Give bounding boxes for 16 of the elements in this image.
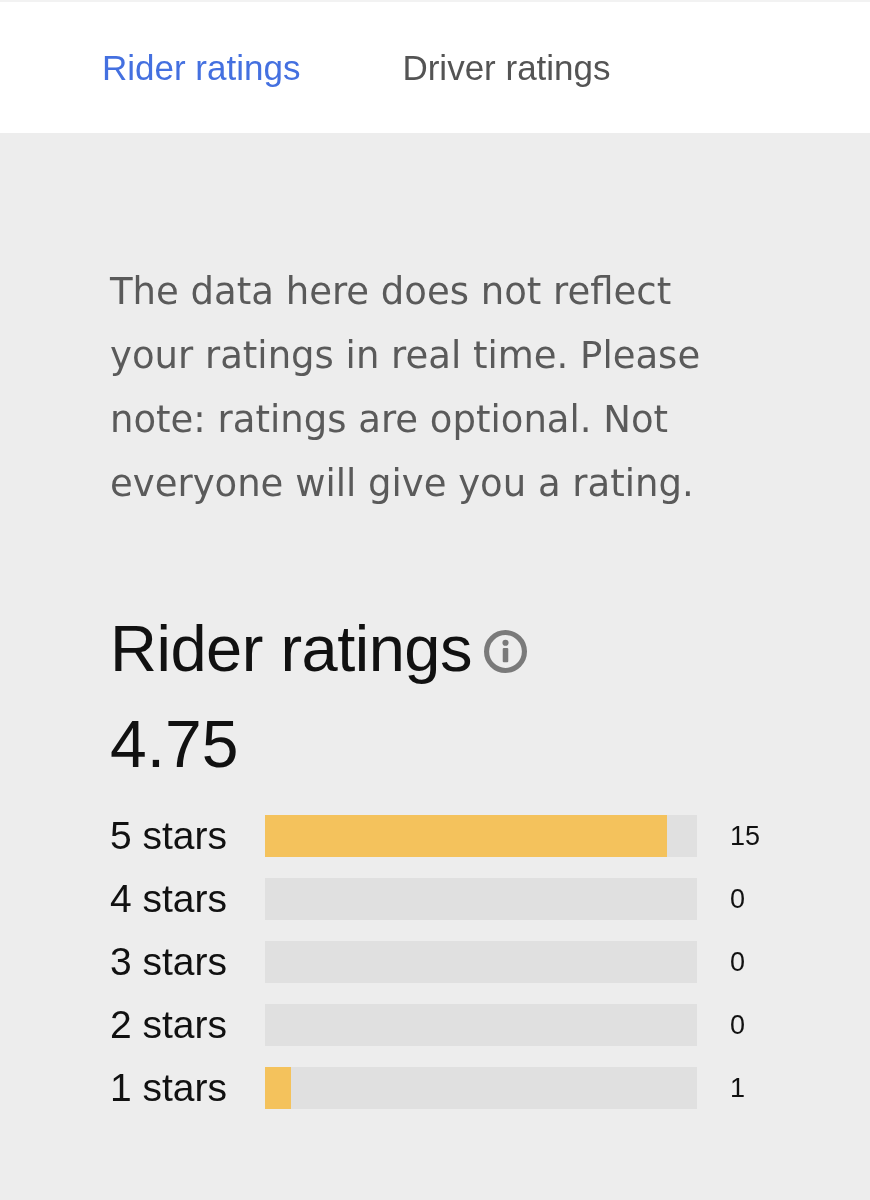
rating-count: 0 [730,946,746,978]
star-label: 1 stars [110,1066,229,1110]
notice-text: The data here does not reflect your ratings in real time. Please note: ratings are optional. Not everyone will give you a rating. [110,269,702,507]
star-label: 5 stars [110,814,229,858]
info-icon[interactable] [484,629,527,673]
average-rating: 4.75 [110,709,239,779]
rating-count: 0 [730,1009,746,1041]
star-label: 3 stars [110,940,229,984]
rating-count: 15 [730,820,761,852]
ratings-tab[interactable]: Driver ratings [402,47,611,88]
ratings-tab[interactable]: Rider ratings [102,47,301,88]
star-label: 2 stars [110,1003,229,1047]
ratings-heading: Rider ratings [110,614,472,684]
star-label: 4 stars [110,877,229,921]
rating-count: 1 [730,1072,746,1104]
rating-count: 0 [730,883,746,915]
